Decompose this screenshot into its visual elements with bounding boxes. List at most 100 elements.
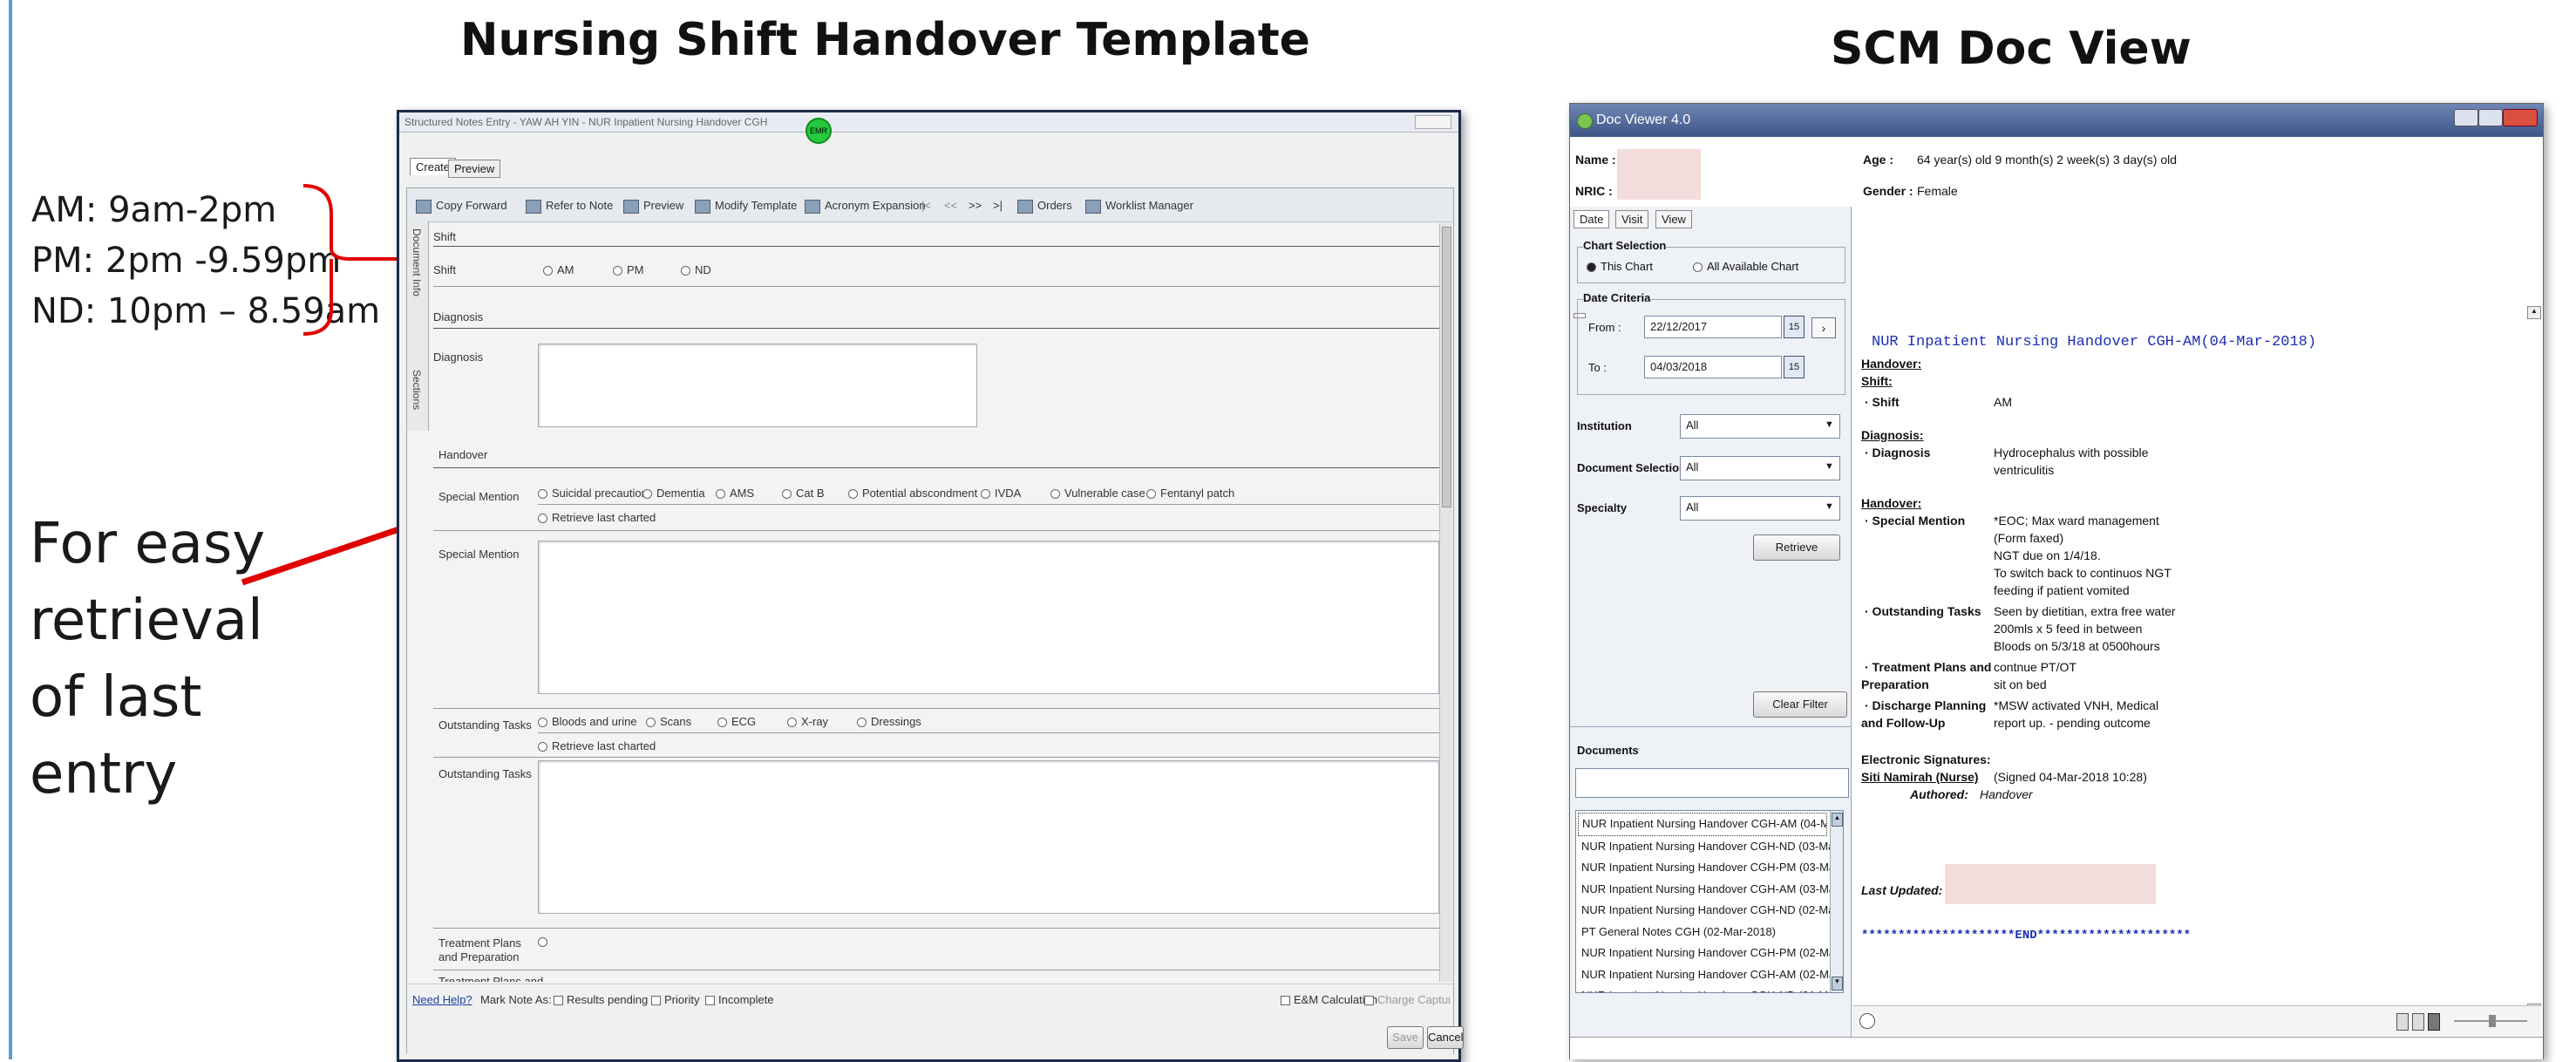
charge-capture-checkbox[interactable]: Charge Capture Superbill — [1364, 993, 1450, 1006]
all-available-chart-option[interactable]: All Available Chart — [1693, 260, 1798, 273]
nav-last-button[interactable]: >| — [993, 199, 1003, 212]
treatment-radio[interactable] — [538, 935, 552, 948]
single-page-icon[interactable] — [2396, 1013, 2409, 1031]
radio-icon — [538, 514, 547, 524]
outstanding-tasks-textarea[interactable] — [538, 760, 1439, 914]
save-button[interactable]: Save — [1387, 1026, 1424, 1049]
results-pending-checkbox[interactable]: Results pending — [554, 993, 648, 1006]
document-item[interactable]: NUR Inpatient Nursing Handover CGH-PM (0… — [1576, 857, 1843, 879]
modify-template-button[interactable]: Modify Template — [695, 199, 797, 214]
checkbox-icon — [1364, 996, 1374, 1006]
sm-option-dementia[interactable]: Dementia — [642, 487, 705, 500]
sm-option-fentanyl[interactable]: Fentanyl patch — [1146, 487, 1234, 500]
refer-to-note-button[interactable]: Refer to Note — [526, 199, 613, 214]
preview-button[interactable]: Preview — [623, 199, 683, 214]
document-item[interactable]: NUR Inpatient Nursing Handover CGH-ND (0… — [1576, 836, 1843, 858]
orders-button[interactable]: Orders — [1017, 199, 1072, 214]
shift-option-am[interactable]: AM — [543, 263, 574, 276]
emr-badge[interactable]: EMR — [805, 118, 832, 144]
worklist-manager-button[interactable]: Worklist Manager — [1085, 199, 1193, 214]
nav-prev-button[interactable]: << — [944, 199, 957, 212]
em-calculation-checkbox[interactable]: E&M Calculation — [1281, 993, 1377, 1006]
ot-option-scans[interactable]: Scans — [646, 715, 691, 728]
side-tab-sections[interactable]: Sections — [411, 370, 423, 410]
nav-next-button[interactable]: >> — [969, 199, 982, 212]
doc-scroll-up-icon[interactable]: ▲ — [2527, 306, 2541, 319]
cancel-button[interactable]: Cancel — [1427, 1026, 1464, 1049]
document-item[interactable]: NUR Inpatient Nursing Handover CGH-AM (0… — [1576, 879, 1843, 901]
sm-option-ivda[interactable]: IVDA — [981, 487, 1021, 500]
window-controls[interactable] — [1415, 115, 1451, 129]
acronym-expansion-button[interactable]: Acronym Expansion — [805, 199, 926, 214]
documents-scrollbar[interactable]: ▲ ▼ — [1830, 811, 1843, 992]
sm-option-vulnerable[interactable]: Vulnerable case — [1050, 487, 1145, 500]
scrollbar-thumb[interactable] — [1442, 227, 1451, 507]
ot-option-xray[interactable]: X-ray — [787, 715, 828, 728]
close-button[interactable] — [2503, 109, 2538, 126]
zoom-slider-thumb[interactable] — [2489, 1015, 2496, 1027]
sm-option-abscondment[interactable]: Potential abscondment — [848, 487, 977, 500]
side-tab-document-info[interactable]: Document Info — [411, 228, 423, 296]
radio-icon — [538, 489, 547, 500]
sm-option-ams[interactable]: AMS — [716, 487, 754, 500]
treatment-line-1: contnue PT/OT — [1994, 660, 2076, 674]
discharge-line-2: report up. - pending outcome — [1994, 716, 2151, 730]
need-help-link[interactable]: Need Help? — [412, 993, 472, 1006]
chevron-down-icon: ▼ — [1825, 419, 1834, 430]
tab-date[interactable]: Date — [1573, 210, 1610, 228]
fit-page-icon[interactable] — [2428, 1013, 2440, 1031]
document-item[interactable]: NUR Inpatient Nursing Handover CGH-AM (0… — [1576, 964, 1843, 986]
outstanding-tasks-label: Outstanding Tasks — [438, 718, 532, 732]
documents-label: Documents — [1577, 744, 1639, 757]
this-chart-option[interactable]: This Chart — [1587, 260, 1653, 273]
document-item[interactable]: NUR Inpatient Nursing Handover CGH-PM (0… — [1576, 943, 1843, 964]
form-scrollbar[interactable] — [1439, 223, 1452, 982]
tab-visit[interactable]: Visit — [1615, 210, 1649, 228]
sm-option-suicidal[interactable]: Suicidal precaution — [538, 487, 648, 500]
scroll-down-icon[interactable]: ▼ — [1832, 977, 1843, 991]
to-calendar-icon[interactable]: 15 — [1784, 356, 1805, 378]
special-mention-key: · Special Mention — [1865, 514, 1966, 528]
special-mention-textarea[interactable] — [538, 541, 1439, 694]
minimize-button[interactable] — [2454, 109, 2478, 126]
ot-option-ecg[interactable]: ECG — [717, 715, 756, 728]
esig-heading: Electronic Signatures: — [1861, 752, 1991, 766]
maximize-button[interactable] — [2478, 109, 2503, 126]
priority-checkbox[interactable]: Priority — [651, 993, 699, 1006]
tab-preview[interactable]: Preview — [448, 160, 501, 178]
from-calendar-icon[interactable]: 15 — [1784, 316, 1805, 338]
shift-section-heading: Shift: — [1861, 374, 1893, 388]
status-strip — [1570, 1037, 2543, 1059]
scroll-up-icon[interactable]: ▲ — [1832, 813, 1843, 827]
shift-option-pm[interactable]: PM — [613, 263, 644, 276]
document-selection-select[interactable]: All — [1680, 456, 1840, 480]
nav-first-button[interactable]: |< — [921, 199, 931, 212]
ot-option-dressings[interactable]: Dressings — [857, 715, 921, 728]
document-item[interactable]: PT General Notes CGH (02-Mar-2018) — [1576, 922, 1843, 943]
clear-filter-button[interactable]: Clear Filter — [1753, 691, 1847, 718]
sm-retrieve-last-charted[interactable]: Retrieve last charted — [538, 511, 656, 524]
copy-forward-button[interactable]: Copy Forward — [416, 199, 507, 214]
ot-retrieve-last-charted[interactable]: Retrieve last charted — [538, 739, 656, 752]
ot-option-bloods[interactable]: Bloods and urine — [538, 715, 637, 728]
document-item-selected[interactable]: NUR Inpatient Nursing Handover CGH-AM (0… — [1578, 813, 1827, 836]
to-date-input[interactable]: 04/03/2018 — [1644, 356, 1782, 378]
retrieve-button[interactable]: Retrieve — [1753, 534, 1840, 561]
specialty-select[interactable]: All — [1680, 496, 1840, 521]
date-go-button[interactable]: › — [1811, 317, 1836, 338]
institution-label: Institution — [1577, 419, 1632, 432]
institution-select[interactable]: All — [1680, 414, 1840, 439]
two-page-icon[interactable] — [2412, 1013, 2424, 1031]
search-icon[interactable] — [1859, 1013, 1875, 1029]
sm-option-catb[interactable]: Cat B — [782, 487, 825, 500]
special-mention-text-label: Special Mention — [438, 548, 520, 561]
document-item[interactable]: NUR Inpatient Nursing Handover CGH-ND (0… — [1576, 900, 1843, 922]
document-item[interactable]: NUR Inpatient Nursing Handover CGH-ND (0… — [1576, 985, 1843, 992]
tab-view[interactable]: View — [1655, 210, 1692, 228]
diagnosis-textarea[interactable] — [538, 344, 977, 427]
from-date-input[interactable]: 22/12/2017 — [1644, 316, 1782, 338]
shift-option-nd[interactable]: ND — [681, 263, 711, 276]
incomplete-checkbox[interactable]: Incomplete — [705, 993, 774, 1006]
shift-key: · Shift — [1865, 395, 1900, 409]
documents-search-input[interactable] — [1575, 768, 1849, 798]
